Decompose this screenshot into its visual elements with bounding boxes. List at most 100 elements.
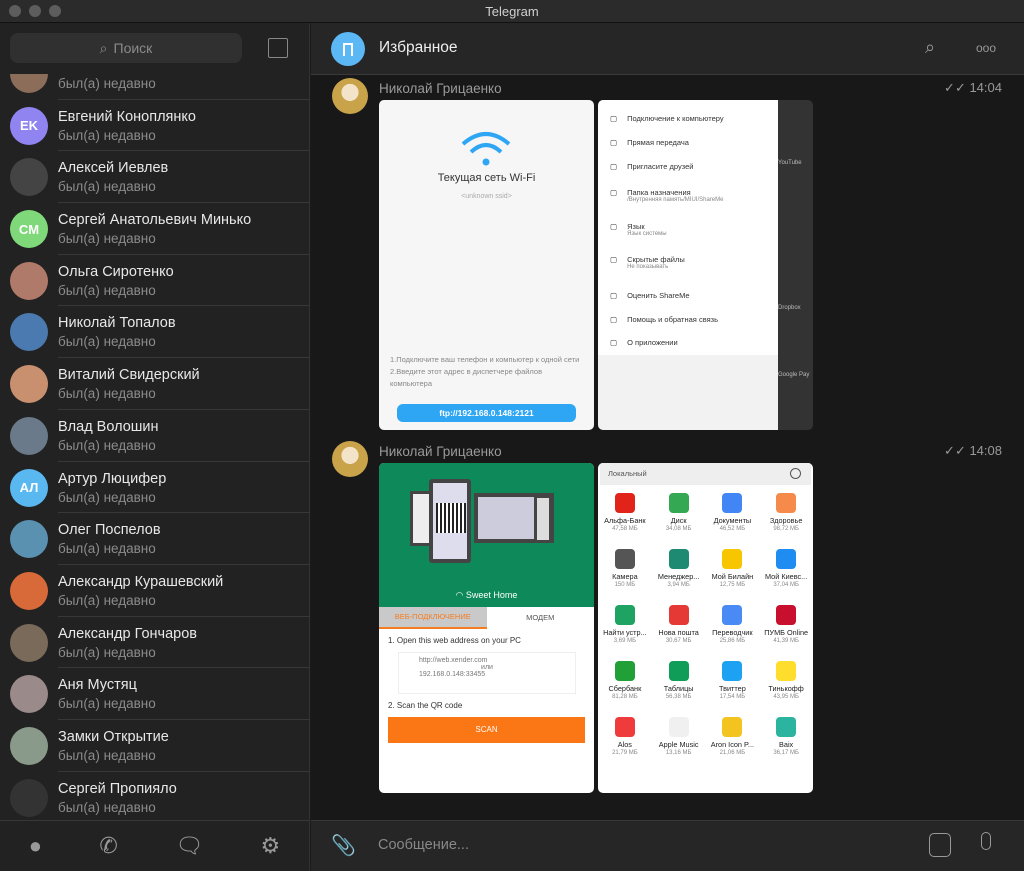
scan-button[interactable]: SCAN [388,717,585,743]
menu-item-label: Скрытые файлы [627,255,685,264]
contact-status: был(а) недавно [58,437,156,453]
tab-web[interactable]: ВЕБ-ПОДКЛЮЧЕНИЕ [379,607,487,629]
menu-item-sub: /Внутренняя память/MIUI/ShareMe [627,197,724,203]
menu-item-icon: ▢ [610,222,618,231]
close-window-button[interactable] [9,5,21,17]
avatar-initials: АЛ [19,480,39,495]
avatar[interactable] [332,441,368,477]
message-input[interactable]: Сообщение... [378,837,469,853]
app-icon [614,717,635,737]
contact-name: Евгений Коноплянко [58,108,196,125]
contact-name: Сергей Анатольевич Минько [58,212,252,229]
contact-item[interactable]: EK Евгений Коноплянко был(а) недавно [0,100,309,152]
microphone-icon[interactable] [981,832,991,850]
app-icon [722,493,743,513]
contact-item[interactable]: Ольга Сиротенко был(а) недавно [0,255,309,307]
contact-status: был(а) недавно [58,76,156,91]
app-size: 36,17 МБ [773,750,799,756]
contact-item[interactable]: Замки Открытие был(а) недавно [0,720,309,772]
menu-item: ▢ Подключение к компьютеру [610,114,724,123]
app-size: 21,79 МБ [612,750,638,756]
bg-app: Google Pay [778,372,810,378]
menu-item-sub: Язык системы [627,231,667,237]
menu-item-icon: ▢ [610,188,618,197]
sticker-icon[interactable] [929,833,951,857]
app-item: Нова пошта 30,67 МБ [652,605,706,645]
contact-item[interactable]: Сергей Пропияло был(а) недавно [0,772,309,820]
avatar[interactable] [332,78,368,114]
more-icon[interactable]: ooo [976,41,996,55]
contact-item[interactable]: Алексей Иевлев был(а) недавно [0,151,309,203]
contact-name: Олег Поспелов [58,522,161,539]
contact-item[interactable]: Николай Топалов был(а) недавно [0,306,309,358]
app-name: ПУМБ Online [764,628,809,637]
compose-icon[interactable] [268,38,288,58]
message-time: ✓✓ 14:04 [944,80,1002,95]
app-item: Мой Билайн 12,75 МБ [706,549,760,589]
address-box: http://web.xender.com или 192.168.0.148:… [398,652,576,694]
contact-name: Николай Топалов [58,315,176,332]
app-name: Мой Киевс... [765,572,808,581]
sidebar-bottom-bar: ● ✆ 🗨 ⚙ [0,820,309,871]
app-size: 41,39 МБ [773,638,799,644]
minimize-window-button[interactable] [29,5,41,17]
screenshot-apps[interactable]: Локальный Альфа-Банк 47,58 МБ Диск 34,08 МБ… [598,463,813,793]
app-name: Aron Icon P... [710,740,755,749]
calls-icon[interactable]: ✆ [99,833,117,859]
app-item: Камера 150 МБ [598,549,652,589]
contact-item[interactable]: АЛ Артур Люцифер был(а) недавно [0,462,309,514]
avatar [10,74,48,93]
contact-list[interactable]: был(а) недавно EK Евгений Коноплянко был… [0,74,309,820]
screenshot-xender[interactable]: ◠ Sweet Home ВЕБ-ПОДКЛЮЧЕНИЕ МОДЕМ 1. Op… [379,463,594,793]
app-size: 21,06 МБ [719,750,746,756]
search-input[interactable]: ⌕ Поиск [10,33,242,63]
app-item: Альфа-Банк 47,58 МБ [598,493,652,533]
app-item: Документы 46,52 МБ [706,493,760,533]
or-text: или [481,664,493,671]
contact-item[interactable]: Александр Гончаров был(а) недавно [0,617,309,669]
saved-messages-avatar[interactable] [331,32,365,66]
contact-name: Замки Открытие [58,728,169,745]
contact-status: был(а) недавно [58,127,156,143]
contacts-icon[interactable]: ● [29,833,42,859]
menu-item: ▢ Прямая передача [610,138,689,147]
contact-item[interactable]: был(а) недавно [0,74,309,100]
screenshot-wifi[interactable]: Текущая сеть Wi-Fi <unknown ssid> 1.Подк… [379,100,594,430]
chat-header: Избранное ⌕ ooo [311,23,1024,75]
app-icon [668,661,689,681]
app-size: 37,04 МБ [773,582,799,588]
menu-item-icon: ▢ [610,255,618,264]
app-icon [776,605,797,625]
app-name: Здоровье [769,516,803,525]
menu-item: ▢ Пригласите друзей [610,162,693,171]
search-placeholder: Поиск [113,40,153,56]
bg-app: Dropbox [778,305,801,311]
app-icon [722,549,743,569]
contact-item[interactable]: Влад Волошин был(а) недавно [0,410,309,462]
bg-app: YouTube [778,160,802,166]
window-title: Telegram [485,4,539,19]
app-item: Таблицы 56,38 МБ [652,661,706,701]
menu-item-label: Папка назначения [627,188,691,197]
contact-item[interactable]: CM Сергей Анатольевич Минько был(а) неда… [0,203,309,255]
settings-icon[interactable]: ⚙ [261,833,281,859]
search-icon[interactable]: ⌕ [925,37,935,58]
chat-title: Избранное [379,39,458,56]
contact-item[interactable]: Виталий Свидерский был(а) недавно [0,358,309,410]
attach-icon[interactable]: 📎 [331,833,356,858]
maximize-window-button[interactable] [49,5,61,17]
chats-icon[interactable]: 🗨 [175,833,203,859]
screenshot-menu[interactable]: YouTube Dropbox Google Pay ▢ Подключение … [598,100,813,430]
contact-status: был(а) недавно [58,179,156,195]
step-1: 1. Open this web address on your PC [388,636,521,645]
menu-item-sub: Не показывать [627,264,669,270]
app-size: 56,38 МБ [665,694,692,700]
contact-item[interactable]: Аня Мустяц был(а) недавно [0,668,309,720]
contact-status: был(а) недавно [58,489,156,505]
contact-item[interactable]: Олег Поспелов был(а) недавно [0,513,309,565]
avatar [10,520,48,559]
time-text: 14:08 [969,443,1002,458]
tab-modem[interactable]: МОДЕМ [487,607,595,629]
menu-item-label: Подключение к компьютеру [627,114,724,123]
contact-item[interactable]: Александр Курашевский был(а) недавно [0,565,309,617]
